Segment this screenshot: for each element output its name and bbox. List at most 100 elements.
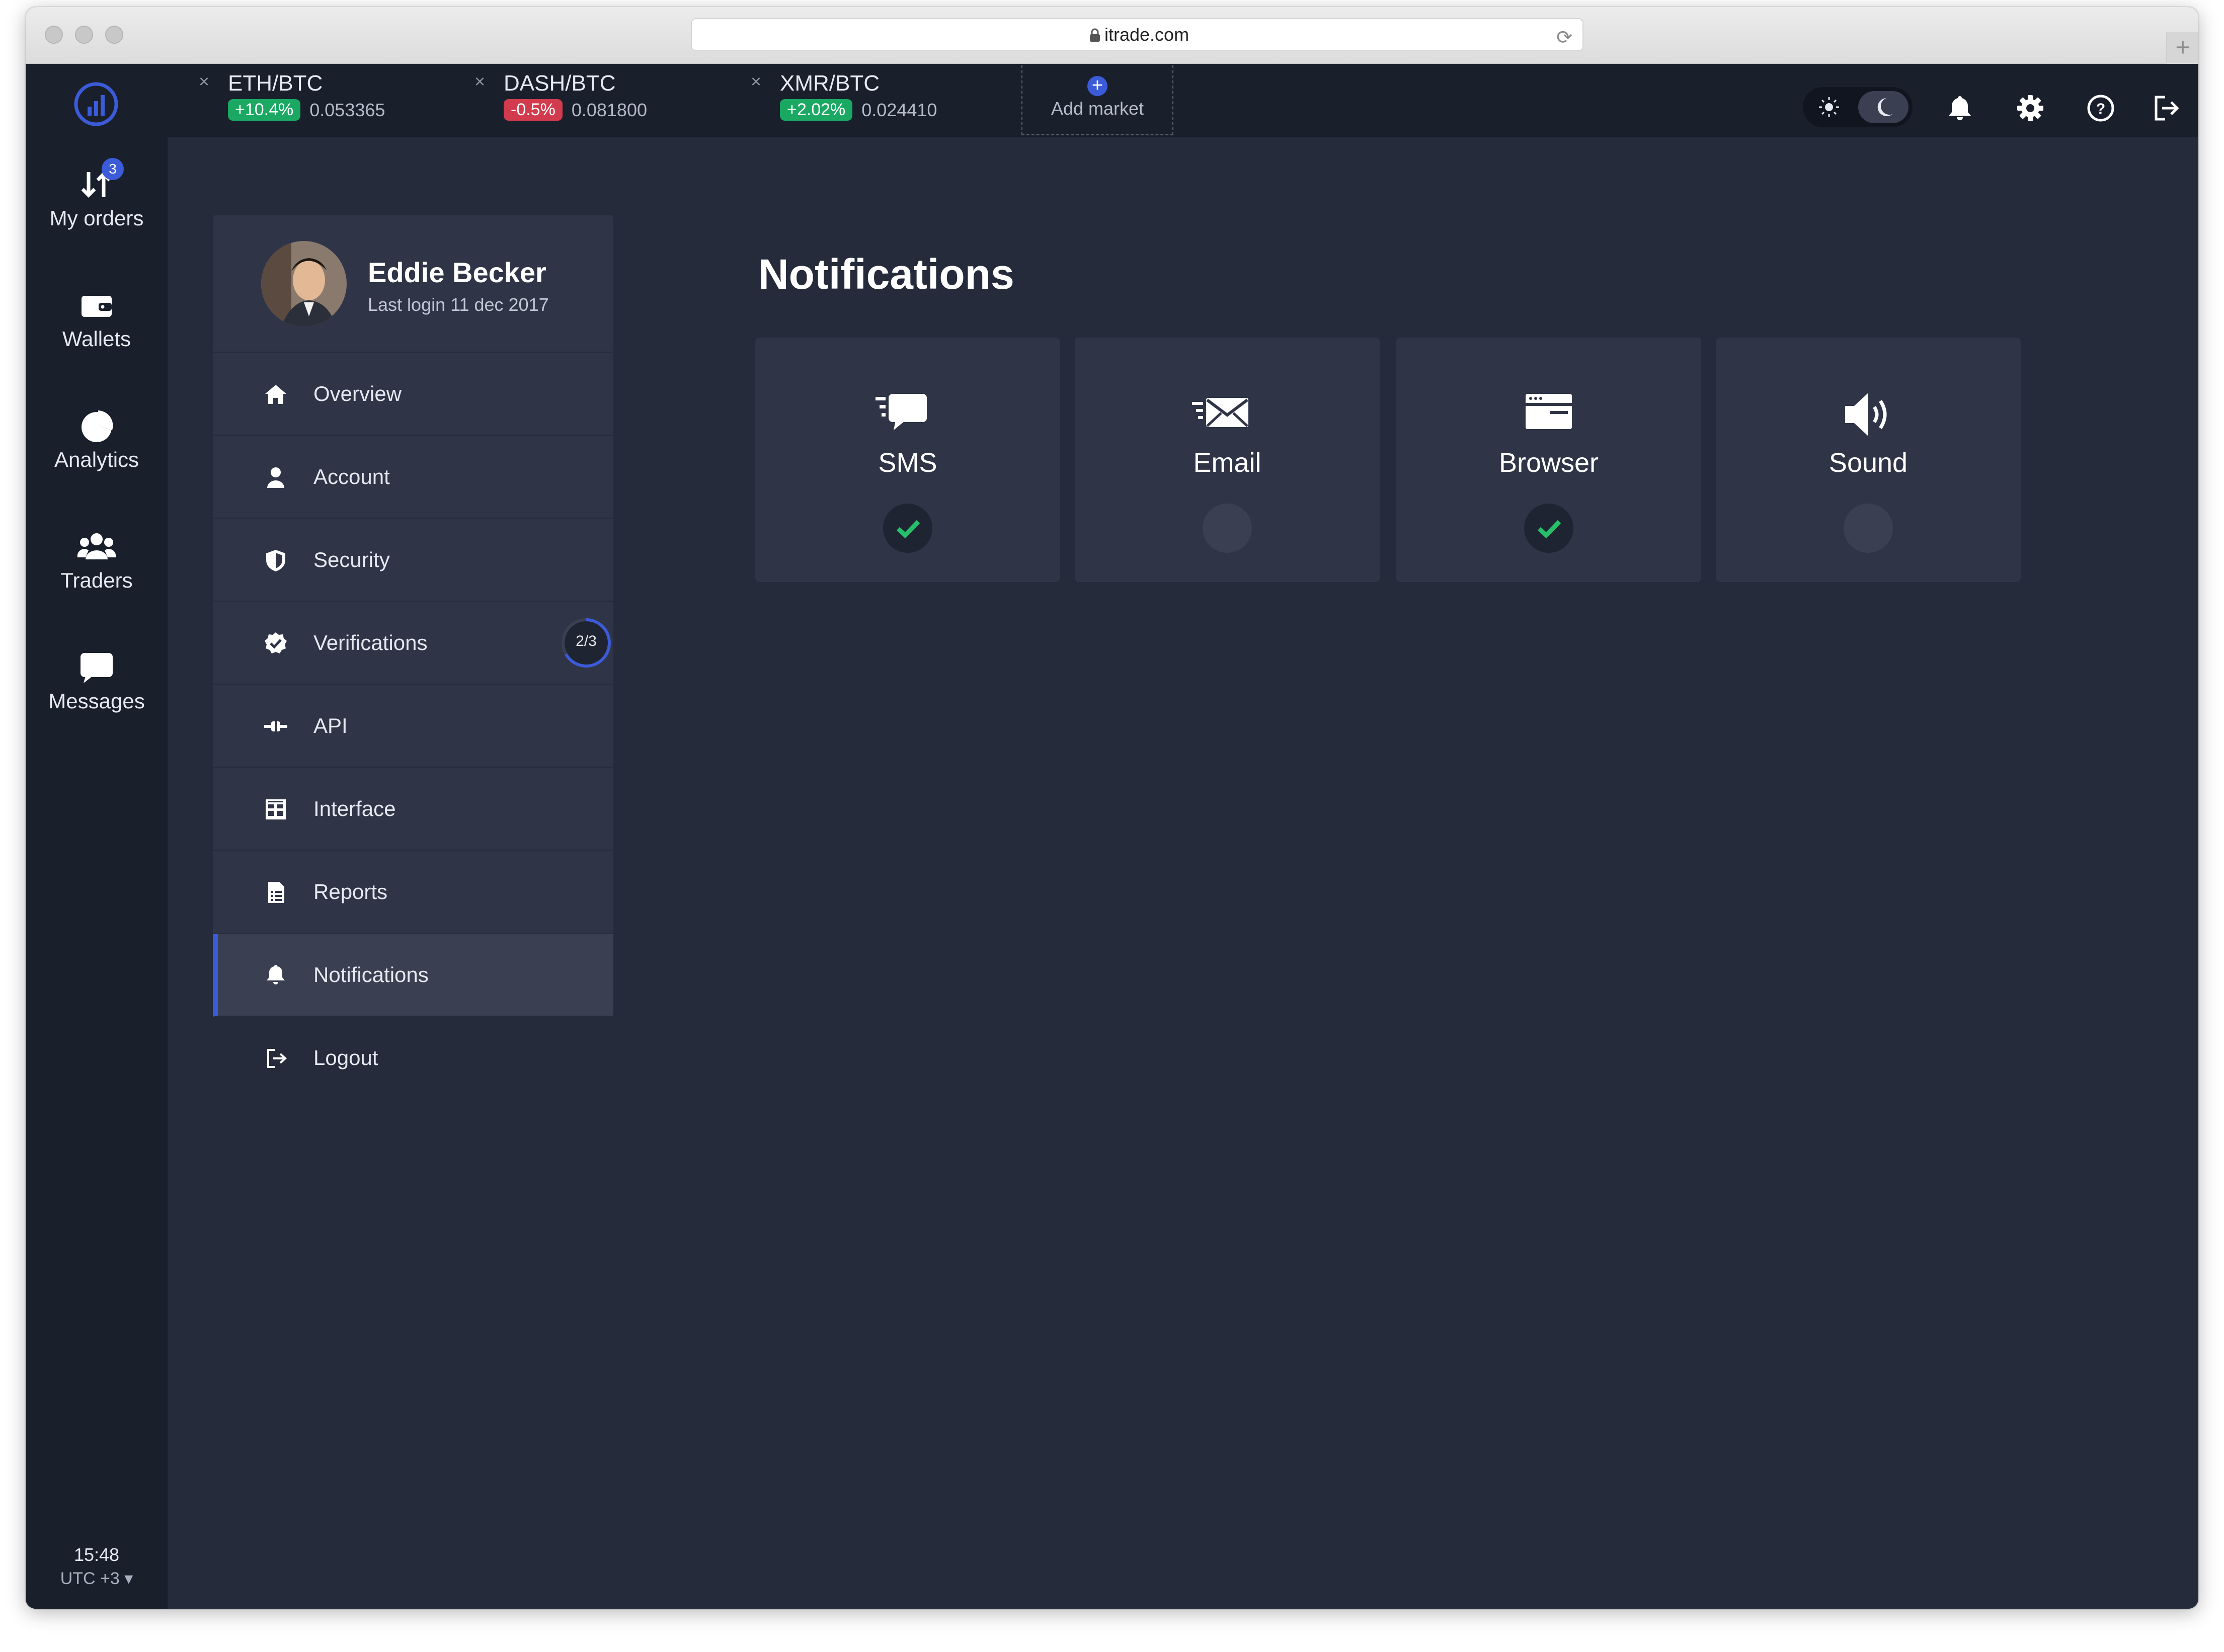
menu-label: Reports [313, 880, 388, 903]
menu-label: Security [313, 548, 390, 571]
nav-my-orders[interactable]: 3 My orders [26, 158, 168, 230]
sun-icon [1819, 97, 1839, 117]
menu-item-interface[interactable]: Interface [213, 768, 613, 851]
channel-card-browser[interactable]: Browser [1396, 338, 1701, 582]
menu-item-logout[interactable]: Logout [213, 1017, 613, 1100]
menu-label: Verifications [313, 631, 428, 654]
logout-icon [267, 1049, 287, 1068]
market-tab[interactable]: × ETH/BTC +10.4% 0.053365 [199, 71, 385, 136]
menu-item-notifications[interactable]: Notifications [213, 934, 613, 1017]
plug-icon [264, 721, 287, 731]
menu-item-api[interactable]: API [213, 685, 613, 768]
chat-bubble-icon [81, 653, 113, 683]
bell-icon [267, 965, 285, 984]
clock: 15:48 UTC +3 ▾ [26, 1544, 168, 1589]
document-icon [268, 882, 284, 903]
pie-chart-icon [82, 410, 113, 442]
nav-label: Wallets [62, 327, 131, 351]
plus-icon: + [1087, 76, 1107, 96]
bell-icon[interactable] [1944, 92, 1976, 124]
address-bar[interactable]: itrade.com ⟳ [691, 18, 1583, 51]
market-price: 0.053365 [309, 99, 385, 120]
svg-text:?: ? [2096, 101, 2105, 117]
menu-item-security[interactable]: Security [213, 519, 613, 602]
moon-icon [1877, 98, 1892, 116]
email-icon [1192, 398, 1248, 427]
market-price: 0.081800 [571, 99, 647, 120]
menu-label: Overview [313, 382, 402, 405]
menu-label: Account [313, 465, 390, 488]
channel-card-sms[interactable]: SMS [755, 338, 1060, 582]
nav-messages[interactable]: Messages [26, 650, 168, 713]
add-market-button[interactable]: + Add market [1021, 65, 1173, 135]
profile-card: Eddie Becker Last login 11 dec 2017 [213, 215, 613, 353]
channel-label: SMS [878, 448, 937, 478]
page-title: Notifications [758, 251, 1014, 298]
gear-icon[interactable] [2014, 92, 2046, 124]
menu-label: API [313, 714, 348, 737]
timezone-selector[interactable]: UTC +3 ▾ [26, 1568, 168, 1589]
channel-card-email[interactable]: Email [1075, 338, 1380, 582]
zoom-window-button[interactable] [105, 26, 123, 44]
screenshot-page: { "browser": {"url": "itrade.com"}, "sid… [0, 0, 2224, 1652]
theme-toggle[interactable] [1803, 87, 1913, 127]
close-market-icon[interactable]: × [474, 71, 485, 92]
channel-toggle[interactable] [1524, 504, 1573, 553]
profile-name: Eddie Becker [368, 257, 546, 288]
check-icon [896, 520, 920, 539]
close-market-icon[interactable]: × [751, 71, 761, 92]
menu-item-reports[interactable]: Reports [213, 851, 613, 934]
nav-traders[interactable]: Traders [26, 529, 168, 593]
market-change: -0.5% [504, 99, 563, 121]
logout-icon[interactable] [2150, 92, 2182, 124]
market-pair: ETH/BTC [228, 71, 323, 96]
verification-progress-text: 2/3 [576, 633, 597, 649]
speaker-icon [1845, 393, 1887, 436]
help-icon[interactable]: ? [2085, 92, 2117, 124]
orders-count-badge: 3 [102, 158, 124, 180]
last-login: Last login 11 dec 2017 [368, 294, 549, 315]
shield-icon [266, 550, 285, 571]
verification-progress: 2/3 [560, 617, 612, 669]
reload-icon[interactable]: ⟳ [1556, 26, 1572, 49]
menu-item-verifications[interactable]: Verifications 2/3 [213, 602, 613, 685]
channel-label: Email [1193, 448, 1261, 478]
nav-label: Traders [60, 568, 133, 592]
nav-label: Messages [48, 689, 145, 713]
avatar-image [261, 241, 347, 326]
check-icon [1537, 520, 1561, 539]
home-icon [265, 385, 286, 404]
menu-label: Notifications [313, 963, 429, 986]
add-market-label: Add market [1051, 98, 1144, 119]
app-logo-icon[interactable] [71, 79, 121, 129]
channel-toggle[interactable] [1844, 504, 1893, 553]
nav-wallets[interactable]: Wallets [26, 288, 168, 351]
nav-analytics[interactable]: Analytics [26, 408, 168, 472]
check-badge-icon [265, 632, 287, 653]
browser-chrome: itrade.com ⟳ + [26, 7, 2198, 64]
minimize-window-button[interactable] [75, 26, 93, 44]
browser-window: itrade.com ⟳ + 3 My orders Wallets Analy… [26, 7, 2198, 1609]
app-root: 3 My orders Wallets Analytics Traders Me… [26, 64, 2198, 1609]
menu-item-overview[interactable]: Overview [213, 353, 613, 436]
market-pair: DASH/BTC [504, 71, 616, 96]
wallet-icon [82, 296, 112, 317]
channel-toggle[interactable] [1203, 504, 1252, 553]
new-tab-button[interactable]: + [2166, 32, 2198, 64]
menu-item-account[interactable]: Account [213, 436, 613, 519]
close-market-icon[interactable]: × [199, 71, 209, 92]
menu-label: Interface [313, 797, 396, 820]
channel-toggle[interactable] [883, 504, 932, 553]
nav-label: My orders [49, 206, 144, 230]
users-icon [77, 533, 116, 559]
channel-card-sound[interactable]: Sound [1716, 338, 2021, 582]
market-change: +2.02% [780, 99, 853, 121]
clock-time: 15:48 [73, 1544, 120, 1565]
close-window-button[interactable] [45, 26, 63, 44]
left-navigation: 3 My orders Wallets Analytics Traders Me… [26, 64, 168, 1609]
market-tab[interactable]: × DASH/BTC -0.5% 0.081800 [474, 71, 647, 136]
market-tab[interactable]: × XMR/BTC +2.02% 0.024410 [751, 71, 937, 136]
top-bar: × ETH/BTC +10.4% 0.053365 × DASH/BTC -0.… [168, 64, 2198, 137]
market-change: +10.4% [228, 99, 301, 121]
avatar[interactable] [261, 241, 347, 326]
